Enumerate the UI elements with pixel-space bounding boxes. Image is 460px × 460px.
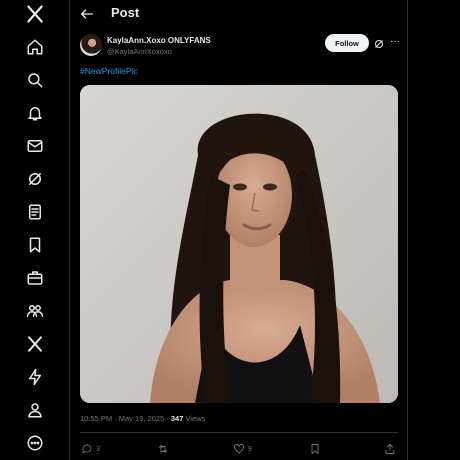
- avatar[interactable]: [80, 34, 102, 56]
- reply-button[interactable]: 3: [81, 443, 100, 455]
- bookmark-icon[interactable]: [24, 234, 46, 256]
- profile-icon[interactable]: [24, 399, 46, 421]
- grok-icon[interactable]: [24, 168, 46, 190]
- post-image[interactable]: [80, 85, 398, 403]
- like-count: 9: [248, 445, 252, 453]
- share-icon: [385, 444, 395, 454]
- lightning-icon[interactable]: [24, 366, 46, 388]
- x-premium-icon[interactable]: [24, 333, 46, 355]
- repost-button[interactable]: [157, 443, 172, 455]
- follow-button[interactable]: Follow: [325, 34, 369, 52]
- home-icon[interactable]: [24, 36, 46, 58]
- divider: [80, 432, 398, 433]
- view-count: 347: [170, 414, 184, 423]
- more-options-icon[interactable]: ···: [389, 36, 401, 48]
- grok-icon[interactable]: [373, 37, 385, 49]
- share-button[interactable]: [384, 443, 396, 455]
- mail-icon[interactable]: [24, 135, 46, 157]
- post-timestamp[interactable]: 10:55 PM · May 19, 2025 ·: [80, 414, 171, 423]
- reply-icon: [82, 444, 92, 454]
- heart-icon: [234, 444, 244, 454]
- hashtag-link[interactable]: #NewProfilePic: [80, 66, 138, 76]
- post-photo-portrait: [80, 85, 398, 403]
- search-icon[interactable]: [24, 69, 46, 91]
- author-display-name[interactable]: KaylaAnn.Xoxo ONLYFANS: [107, 36, 211, 45]
- communities-icon[interactable]: [24, 300, 46, 322]
- x-logo-icon[interactable]: [24, 3, 46, 25]
- right-column: [407, 0, 460, 460]
- like-button[interactable]: 9: [233, 443, 252, 455]
- reply-count: 3: [96, 445, 100, 453]
- post-meta: 10:55 PM · May 19, 2025 · 347 Views: [80, 414, 205, 423]
- bookmark-button[interactable]: [309, 443, 321, 455]
- back-arrow-icon[interactable]: [79, 6, 95, 22]
- more-circle-icon[interactable]: [24, 432, 46, 454]
- briefcase-icon[interactable]: [24, 267, 46, 289]
- bell-icon[interactable]: [24, 102, 46, 124]
- author-handle[interactable]: @KaylaAnnXoxoxo: [107, 47, 172, 56]
- post-column: Post KaylaAnn.Xoxo ONLYFANS @KaylaAnnXox…: [71, 0, 407, 460]
- post-header: Post: [71, 0, 407, 28]
- repost-icon: [159, 445, 167, 453]
- page-title: Post: [111, 5, 140, 20]
- view-label: Views: [183, 414, 206, 423]
- lists-icon[interactable]: [24, 201, 46, 223]
- side-nav: [0, 0, 70, 460]
- bookmark-icon: [311, 444, 319, 454]
